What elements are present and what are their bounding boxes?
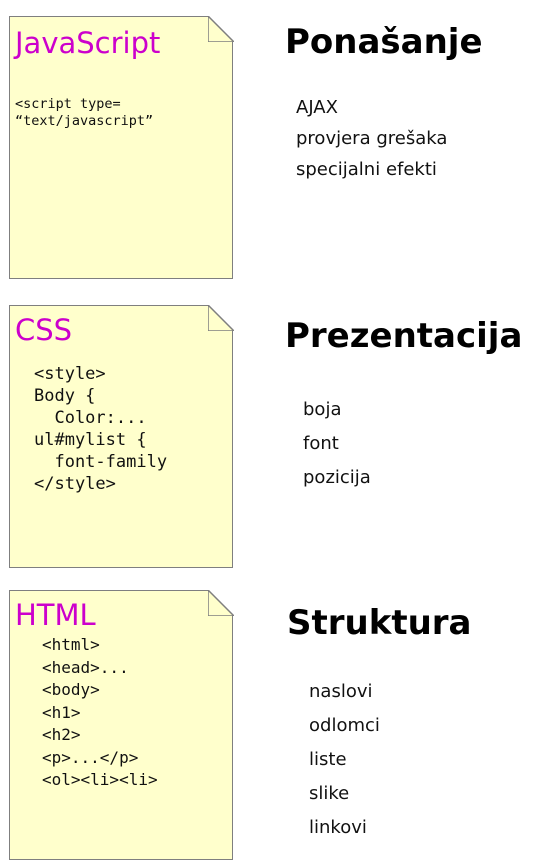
html-item: linkovi — [309, 817, 367, 838]
html-note-code: <html> <head>... <body> <h1> <h2> <p>...… — [42, 634, 158, 792]
html-item: odlomci — [309, 715, 380, 736]
html-layer-items: naslovi odlomci liste slike linkovi — [309, 675, 380, 845]
html-code-line: <h2> — [42, 725, 81, 744]
html-item: slike — [309, 783, 350, 804]
css-layer-items: boja font pozicija — [303, 393, 371, 495]
html-code-line: <ol><li><li> — [42, 770, 158, 789]
html-code-line: <body> — [42, 680, 100, 699]
css-note-title: CSS — [15, 313, 73, 347]
css-code-line: <style> — [34, 364, 106, 384]
css-note-code: <style> Body { Color:... ul#mylist { fon… — [34, 363, 167, 495]
javascript-item: AJAX — [296, 97, 338, 118]
css-code-line: </style> — [34, 474, 116, 494]
html-layer-heading: Struktura — [287, 603, 472, 643]
css-item: pozicija — [303, 467, 371, 488]
folded-corner-icon — [207, 304, 234, 331]
html-code-line: <p>...</p> — [42, 747, 139, 767]
css-code-line: Body { — [34, 386, 96, 406]
css-code-line: ul#mylist { — [34, 430, 147, 450]
javascript-layer-heading: Ponašanje — [285, 22, 483, 62]
html-code-line: <head>... — [42, 657, 129, 677]
html-code-line: <h1> — [42, 702, 81, 722]
javascript-layer-items: AJAX provjera grešaka specijalni efekti — [296, 92, 447, 185]
javascript-note-title: JavaScript — [15, 26, 161, 60]
javascript-item: provjera grešaka — [296, 128, 448, 149]
javascript-item: specijalni efekti — [296, 159, 437, 180]
javascript-note-code: <script type= “text/javascript” — [15, 96, 153, 130]
css-item: boja — [303, 399, 342, 420]
html-note-title: HTML — [15, 598, 96, 632]
html-item: liste — [309, 749, 347, 770]
javascript-code-line: <script type= — [15, 96, 121, 112]
css-item: font — [303, 433, 339, 454]
css-layer-heading: Prezentacija — [285, 316, 523, 356]
javascript-code-line: “text/javascript” — [15, 113, 154, 129]
html-code-line: <html> — [42, 635, 100, 654]
html-item: naslovi — [309, 681, 373, 702]
css-code-line: font-family — [34, 452, 168, 472]
folded-corner-icon — [207, 589, 234, 616]
folded-corner-icon — [207, 15, 234, 42]
css-code-line: Color:... — [34, 408, 147, 428]
